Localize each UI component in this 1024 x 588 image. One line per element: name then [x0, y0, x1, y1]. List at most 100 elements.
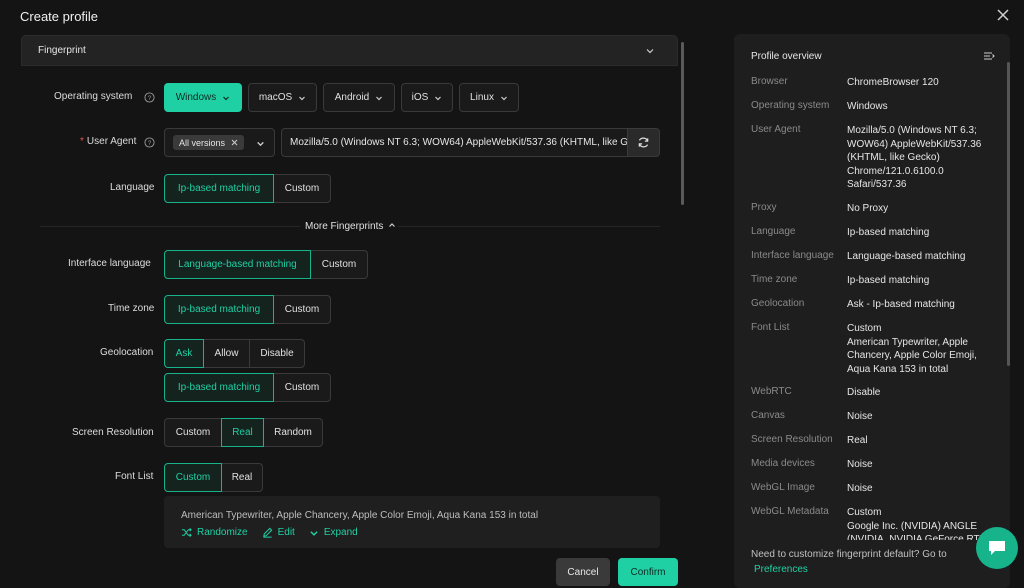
- chevron-down-icon: [257, 141, 264, 147]
- chevron-down-icon: [646, 49, 654, 54]
- geolocation-option-disable[interactable]: Disable: [249, 339, 305, 368]
- fingerprint-section-header[interactable]: Fingerprint: [21, 35, 678, 66]
- more-fingerprints-toggle[interactable]: More Fingerprints: [305, 221, 396, 232]
- help-icon[interactable]: ?: [144, 137, 155, 148]
- refresh-ua-button[interactable]: [627, 128, 660, 157]
- overview-label: Interface language: [751, 250, 834, 261]
- os-option-label: Linux: [470, 92, 494, 103]
- overview-label: WebRTC: [751, 386, 792, 397]
- randomize-label: Randomize: [197, 527, 248, 538]
- chevron-down-icon: [376, 96, 383, 100]
- font-list-option-custom[interactable]: Custom: [164, 463, 222, 492]
- divider: [398, 226, 660, 227]
- chevron-up-icon: [389, 223, 396, 227]
- interface-language-option-language[interactable]: Language-based matching: [164, 250, 311, 279]
- os-option-android[interactable]: Android: [323, 83, 395, 112]
- scrollbar[interactable]: [1007, 62, 1010, 366]
- expand-button[interactable]: Expand: [309, 527, 358, 538]
- os-option-label: macOS: [258, 92, 293, 103]
- time-zone-segment: Ip-based matching Custom: [164, 295, 331, 324]
- overview-label: Geolocation: [751, 298, 805, 309]
- os-label: Operating system: [54, 91, 133, 102]
- user-agent-label-text: User Agent: [86, 136, 137, 147]
- ua-version-select[interactable]: All versions: [164, 128, 275, 157]
- preferences-link[interactable]: Preferences: [754, 562, 947, 577]
- required-mark: *: [80, 136, 84, 147]
- confirm-button[interactable]: Confirm: [618, 558, 678, 586]
- overview-value: ChromeBrowser 120: [847, 77, 939, 88]
- font-list-option-real[interactable]: Real: [221, 463, 263, 492]
- overview-label: Screen Resolution: [751, 434, 833, 445]
- geolocation-sub-option-ip[interactable]: Ip-based matching: [164, 373, 274, 402]
- svg-text:?: ?: [148, 95, 152, 102]
- language-label: Language: [110, 182, 155, 193]
- overview-value: Disable: [847, 387, 881, 398]
- overview-footer: Need to customize fingerprint default? G…: [751, 547, 947, 577]
- time-zone-option-ip[interactable]: Ip-based matching: [164, 295, 274, 324]
- tag-close-icon[interactable]: [231, 139, 238, 146]
- font-list-label: Font List: [115, 471, 154, 482]
- scrollbar[interactable]: [681, 42, 684, 205]
- randomize-button[interactable]: Randomize: [181, 527, 248, 538]
- os-option-ios[interactable]: iOS: [401, 83, 453, 112]
- edit-label: Edit: [277, 527, 295, 538]
- profile-overview-panel: Profile overview Browser ChromeBrowser 1…: [734, 34, 1010, 588]
- interface-language-label: Interface language: [68, 258, 151, 269]
- version-tag-label: All versions: [179, 137, 226, 148]
- interface-language-segment: Language-based matching Custom: [164, 250, 368, 279]
- language-segment: Ip-based matching Custom: [164, 174, 331, 203]
- overview-value: Ip-based matching: [847, 275, 930, 286]
- os-option-macos[interactable]: macOS: [248, 83, 317, 112]
- interface-language-option-custom[interactable]: Custom: [310, 250, 368, 279]
- chevron-down-icon: [223, 96, 230, 100]
- modal-title: Create profile: [20, 9, 99, 24]
- font-list-box: American Typewriter, Apple Chancery, App…: [164, 496, 660, 548]
- overview-label: WebGL Metadata: [751, 506, 829, 517]
- edit-icon: [262, 527, 272, 538]
- screen-resolution-option-real[interactable]: Real: [221, 418, 264, 447]
- footer-text: Need to customize fingerprint default? G…: [751, 549, 947, 560]
- user-agent-input[interactable]: Mozilla/5.0 (Windows NT 6.3; WOW64) Appl…: [281, 128, 628, 157]
- overview-label: Canvas: [751, 410, 785, 421]
- language-option-ip[interactable]: Ip-based matching: [164, 174, 274, 203]
- screen-resolution-option-custom[interactable]: Custom: [164, 418, 222, 447]
- section-title: Fingerprint: [38, 45, 86, 56]
- overview-label: Media devices: [751, 458, 815, 469]
- more-fingerprints-label: More Fingerprints: [305, 221, 384, 232]
- user-agent-label: * User Agent: [80, 136, 136, 147]
- overview-label: User Agent: [751, 124, 801, 135]
- geolocation-label: Geolocation: [100, 347, 154, 358]
- overview-label: Operating system: [751, 100, 830, 111]
- overview-value: Custom American Typewriter, Apple Chance…: [847, 323, 977, 375]
- chevron-down-icon: [435, 96, 442, 100]
- geolocation-option-allow[interactable]: Allow: [203, 339, 250, 368]
- time-zone-label: Time zone: [108, 303, 155, 314]
- overview-value: Noise: [847, 459, 873, 470]
- chevron-down-icon: [310, 530, 318, 536]
- geolocation-sub-option-custom[interactable]: Custom: [273, 373, 331, 402]
- close-icon[interactable]: [996, 8, 1010, 22]
- geolocation-sub-segment: Ip-based matching Custom: [164, 373, 331, 402]
- cancel-button[interactable]: Cancel: [556, 558, 610, 586]
- os-option-label: Android: [334, 92, 370, 103]
- time-zone-option-custom[interactable]: Custom: [273, 295, 331, 324]
- version-tag: All versions: [173, 135, 245, 150]
- help-icon[interactable]: ?: [144, 92, 155, 103]
- overview-value: Custom Google Inc. (NVIDIA) ANGLE (NVIDI…: [847, 507, 987, 540]
- os-option-windows[interactable]: Windows: [164, 83, 242, 112]
- overview-value: Language-based matching: [847, 251, 966, 262]
- edit-button[interactable]: Edit: [262, 527, 295, 538]
- chevron-down-icon: [501, 96, 507, 100]
- os-option-linux[interactable]: Linux: [459, 83, 519, 112]
- expand-label: Expand: [323, 527, 358, 538]
- language-option-custom[interactable]: Custom: [273, 174, 331, 203]
- geolocation-option-ask[interactable]: Ask: [164, 339, 204, 368]
- overview-label: WebGL Image: [751, 482, 815, 493]
- chat-button[interactable]: [976, 527, 1018, 569]
- overview-label: Browser: [751, 76, 788, 87]
- screen-resolution-option-random[interactable]: Random: [263, 418, 323, 447]
- font-list-segment: Custom Real: [164, 463, 263, 492]
- overview-label: Font List: [751, 322, 790, 333]
- overview-value: Mozilla/5.0 (Windows NT 6.3; WOW64) Appl…: [847, 125, 982, 190]
- collapse-panel-icon[interactable]: [983, 50, 995, 62]
